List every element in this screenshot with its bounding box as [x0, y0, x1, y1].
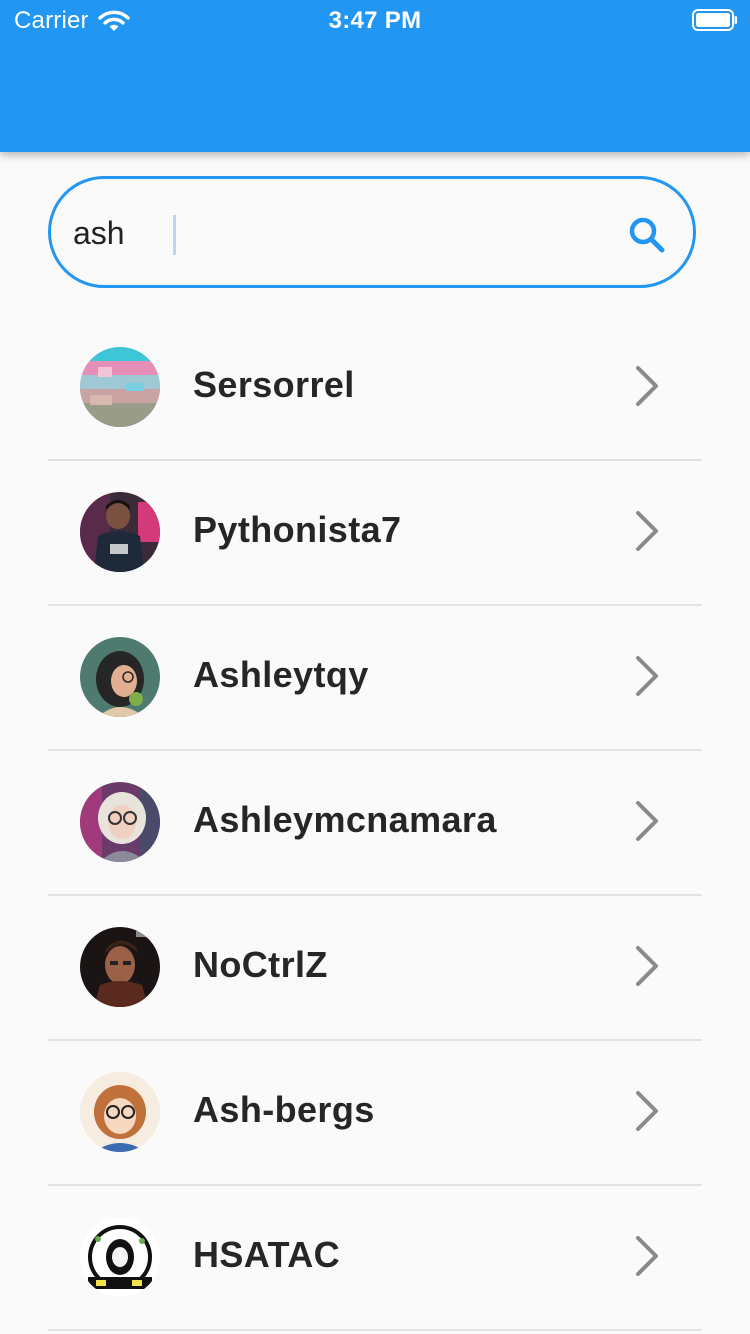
username: HSATAC [193, 1234, 341, 1275]
chevron-right-icon [636, 1236, 658, 1276]
status-bar: Carrier 3:47 PM [0, 0, 750, 40]
search-icon[interactable] [627, 215, 667, 255]
avatar [80, 1072, 160, 1152]
avatar [80, 782, 160, 862]
list-item[interactable]: NoCtrlZ [48, 896, 702, 1041]
username: Sersorrel [193, 364, 355, 405]
avatar [80, 347, 160, 427]
chevron-right-icon [636, 511, 658, 551]
chevron-right-icon [636, 366, 658, 406]
results-list: Sersorrel Pythonista7 Ashleytqy Ashleymc… [48, 316, 702, 1331]
avatar [80, 492, 160, 572]
app-bar: Carrier 3:47 PM [0, 0, 750, 152]
avatar [80, 1217, 160, 1297]
battery-icon [692, 9, 737, 31]
username: NoCtrlZ [193, 944, 328, 985]
chevron-right-icon [636, 946, 658, 986]
text-cursor [173, 215, 176, 255]
username: Ash-bergs [193, 1089, 375, 1130]
username: Ashleytqy [193, 654, 369, 695]
chevron-right-icon [636, 1091, 658, 1131]
list-item[interactable]: Sersorrel [48, 316, 702, 461]
username: Ashleymcnamara [193, 799, 497, 840]
clock: 3:47 PM [328, 7, 422, 34]
chevron-right-icon [636, 656, 658, 696]
username: Pythonista7 [193, 509, 402, 550]
search-input[interactable] [73, 203, 593, 263]
list-item[interactable]: Ashleymcnamara [48, 751, 702, 896]
list-item[interactable]: HSATAC [48, 1186, 702, 1331]
list-item[interactable]: Ashleytqy [48, 606, 702, 751]
list-item[interactable]: Pythonista7 [48, 461, 702, 606]
avatar [80, 637, 160, 717]
avatar [80, 927, 160, 1007]
list-item[interactable]: Ash-bergs [48, 1041, 702, 1186]
chevron-right-icon [636, 801, 658, 841]
search-bar[interactable] [48, 176, 696, 288]
